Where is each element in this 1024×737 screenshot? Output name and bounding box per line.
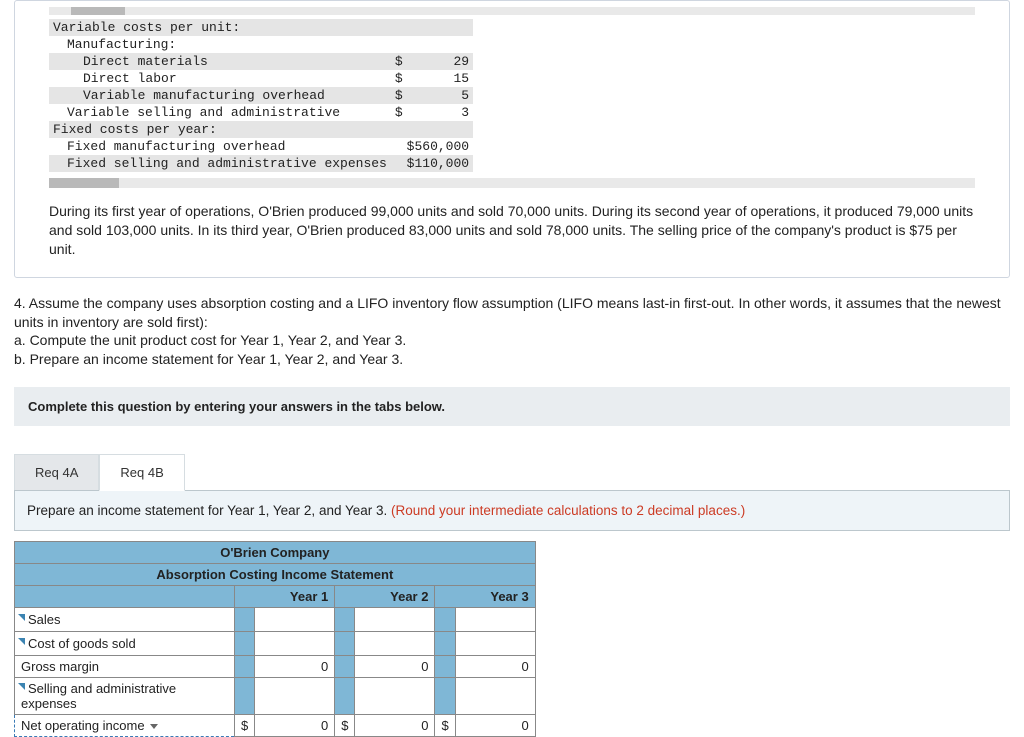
row-noi[interactable]: Net operating income bbox=[15, 715, 235, 737]
tab-req-4a[interactable]: Req 4A bbox=[14, 454, 99, 490]
input-y2-cogs[interactable] bbox=[361, 635, 428, 652]
flag-icon bbox=[18, 638, 25, 645]
scrollbar-vertical-top[interactable] bbox=[49, 7, 975, 15]
input-y2-sales[interactable] bbox=[361, 611, 428, 628]
heading-variable: Variable costs per unit: bbox=[49, 19, 473, 36]
scroll-thumb[interactable] bbox=[71, 7, 125, 15]
question-part-b: b. Prepare an income statement for Year … bbox=[14, 350, 1010, 369]
calc-y2-noi: 0 bbox=[355, 715, 435, 737]
question-part-a: a. Compute the unit product cost for Yea… bbox=[14, 331, 1010, 350]
heading-manufacturing: Manufacturing: bbox=[49, 36, 473, 53]
heading-fixed: Fixed costs per year: bbox=[49, 121, 473, 138]
calc-y2-gross: 0 bbox=[355, 656, 435, 678]
scrollbar-horizontal[interactable] bbox=[49, 178, 975, 188]
table-row: Sales bbox=[15, 608, 536, 632]
narrative-paragraph: During its first year of operations, O'B… bbox=[49, 202, 975, 259]
row-label: Variable selling and administrative bbox=[49, 104, 391, 121]
table-row: Net operating income $0 $0 $0 bbox=[15, 715, 536, 737]
flag-icon bbox=[18, 614, 25, 621]
blank-header bbox=[15, 586, 235, 608]
input-y3-cogs[interactable] bbox=[462, 635, 529, 652]
table-row: Selling and administrative expenses bbox=[15, 678, 536, 715]
row-label: Fixed selling and administrative expense… bbox=[49, 155, 391, 172]
input-y1-cogs[interactable] bbox=[261, 635, 328, 652]
tabs: Req 4A Req 4B bbox=[14, 454, 1010, 491]
worksheet-company: O'Brien Company bbox=[15, 542, 536, 564]
row-sales: Sales bbox=[15, 608, 235, 632]
row-gross: Gross margin bbox=[15, 656, 235, 678]
input-y2-sga[interactable] bbox=[361, 688, 428, 705]
flag-icon bbox=[18, 683, 25, 690]
row-label: Fixed manufacturing overhead bbox=[49, 138, 391, 155]
row-cogs: Cost of goods sold bbox=[15, 632, 235, 656]
row-sga: Selling and administrative expenses bbox=[15, 678, 235, 715]
tab-instruction-hint: (Round your intermediate calculations to… bbox=[391, 503, 745, 518]
input-y1-sga[interactable] bbox=[261, 688, 328, 705]
worksheet-title: Absorption Costing Income Statement bbox=[15, 564, 536, 586]
row-label: Direct labor bbox=[49, 70, 391, 87]
tab-req-4b[interactable]: Req 4B bbox=[99, 454, 184, 491]
tab-instruction-main: Prepare an income statement for Year 1, … bbox=[27, 503, 391, 518]
col-year3: Year 3 bbox=[435, 586, 535, 608]
tab-instruction: Prepare an income statement for Year 1, … bbox=[14, 491, 1010, 531]
instruction-bar: Complete this question by entering your … bbox=[14, 387, 1010, 426]
question-block: 4. Assume the company uses absorption co… bbox=[14, 294, 1010, 370]
input-y3-sga[interactable] bbox=[462, 688, 529, 705]
calc-y1-noi: 0 bbox=[255, 715, 335, 737]
calc-y3-noi: 0 bbox=[455, 715, 535, 737]
problem-card: Variable costs per unit: Manufacturing: … bbox=[14, 0, 1010, 278]
table-row: Cost of goods sold bbox=[15, 632, 536, 656]
input-y1-sales[interactable] bbox=[261, 611, 328, 628]
chevron-down-icon bbox=[150, 724, 158, 729]
cost-table: Variable costs per unit: Manufacturing: … bbox=[49, 19, 473, 172]
col-year1: Year 1 bbox=[235, 586, 335, 608]
worksheet-table: O'Brien Company Absorption Costing Incom… bbox=[14, 541, 536, 737]
calc-y1-gross: 0 bbox=[255, 656, 335, 678]
col-year2: Year 2 bbox=[335, 586, 435, 608]
scroll-thumb[interactable] bbox=[49, 178, 119, 188]
question-stem: 4. Assume the company uses absorption co… bbox=[14, 294, 1010, 332]
row-label: Direct materials bbox=[49, 53, 391, 70]
row-label: Variable manufacturing overhead bbox=[49, 87, 391, 104]
table-row: Gross margin 0 0 0 bbox=[15, 656, 536, 678]
input-y3-sales[interactable] bbox=[462, 611, 529, 628]
calc-y3-gross: 0 bbox=[455, 656, 535, 678]
